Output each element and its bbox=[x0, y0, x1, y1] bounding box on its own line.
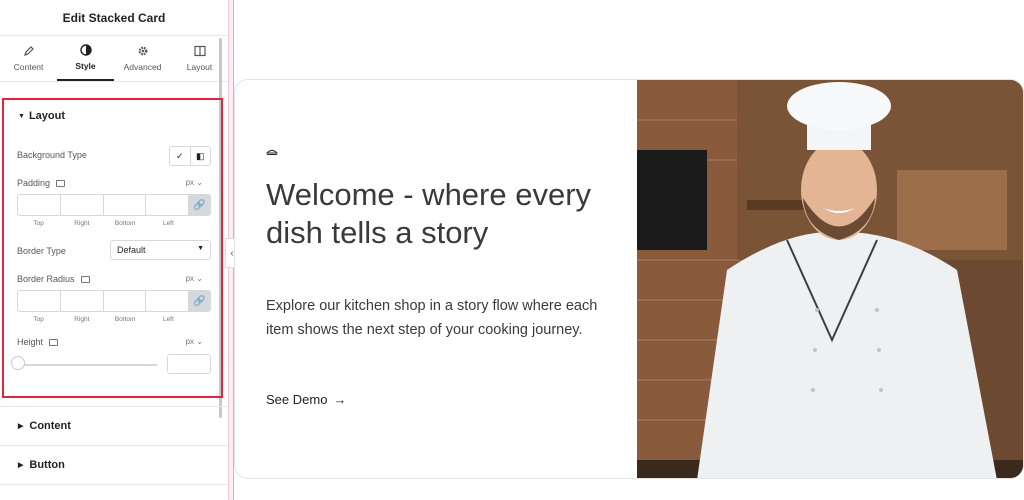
chef-illustration bbox=[637, 80, 1023, 478]
padding-inputs: 🔗 bbox=[17, 194, 211, 216]
see-demo-link[interactable]: See Demo → bbox=[266, 392, 346, 407]
link-icon[interactable]: 🔗 bbox=[189, 195, 210, 215]
height-input[interactable] bbox=[167, 354, 211, 374]
dim-label: Bottom bbox=[114, 316, 136, 323]
padding-right-input[interactable] bbox=[61, 195, 104, 215]
card-heading: Welcome - where every dish tells a story bbox=[266, 177, 592, 250]
pencil-icon bbox=[23, 46, 34, 56]
next-section[interactable] bbox=[0, 484, 228, 500]
select-value: Default bbox=[117, 245, 146, 255]
section-title: Content bbox=[29, 420, 71, 432]
unit-text: px bbox=[185, 178, 195, 187]
editor-panel: Edit Stacked Card Content Style Advanced… bbox=[0, 0, 228, 500]
link-label: See Demo bbox=[266, 392, 328, 407]
padding-left-input[interactable] bbox=[146, 195, 189, 215]
radius-left-input[interactable] bbox=[146, 291, 189, 311]
tab-advanced[interactable]: Advanced bbox=[114, 36, 171, 81]
border-type-label: Border Type bbox=[17, 246, 66, 256]
section-title: Button bbox=[29, 459, 65, 471]
padding-top-input[interactable] bbox=[18, 195, 61, 215]
height-text: Height bbox=[17, 337, 44, 347]
border-radius-text: Border Radius bbox=[17, 274, 75, 284]
caret-right-icon: ▶ bbox=[18, 423, 24, 430]
dim-label: Left bbox=[162, 316, 174, 323]
dim-label: Top bbox=[33, 316, 44, 323]
layout-icon bbox=[193, 45, 206, 57]
monitor-icon[interactable] bbox=[49, 339, 59, 347]
layout-section-header[interactable]: ▼ Layout bbox=[18, 110, 65, 122]
tab-label: Style bbox=[75, 61, 96, 71]
tab-label: Content bbox=[13, 62, 44, 72]
padding-dim-labels: Top Right Bottom Left bbox=[17, 220, 190, 227]
radius-right-input[interactable] bbox=[61, 291, 104, 311]
caret-down-icon: ▼ bbox=[197, 245, 204, 252]
stacked-card[interactable]: Welcome - where every dish tells a story… bbox=[234, 79, 1024, 479]
tab-style[interactable]: Style bbox=[57, 36, 114, 81]
height-slider-track[interactable] bbox=[17, 364, 157, 366]
dim-label: Bottom bbox=[114, 220, 136, 227]
panel-tabs: Content Style Advanced Layout bbox=[0, 36, 228, 82]
unit-text: px bbox=[185, 274, 195, 283]
caret-right-icon: ▶ bbox=[18, 462, 24, 469]
arrow-right-icon: → bbox=[333, 392, 347, 407]
border-type-select[interactable]: Default ▼ bbox=[110, 240, 211, 260]
tab-label: Advanced bbox=[123, 62, 162, 72]
layout-section: ▼ Layout Background Type ✓ ◧ Padding px … bbox=[2, 98, 223, 398]
tab-content[interactable]: Content bbox=[0, 36, 57, 81]
padding-text: Padding bbox=[17, 178, 51, 188]
border-radius-inputs: 🔗 bbox=[17, 290, 211, 312]
content-section[interactable]: ▶ Content bbox=[0, 406, 228, 445]
preview-canvas: Welcome - where every dish tells a story… bbox=[234, 0, 1024, 500]
tab-label: Layout bbox=[186, 62, 213, 72]
gear-icon bbox=[138, 46, 147, 56]
radius-dim-labels: Top Right Bottom Left bbox=[17, 316, 190, 323]
dim-label: Top bbox=[33, 220, 44, 227]
caret-down-icon: ▼ bbox=[18, 112, 25, 120]
height-slider-handle[interactable] bbox=[11, 356, 25, 370]
gradient-icon[interactable]: ◧ bbox=[191, 147, 211, 165]
border-radius-unit[interactable]: px ⌄ bbox=[186, 274, 203, 283]
background-type-label: Background Type bbox=[17, 150, 87, 160]
card-description: Explore our kitchen shop in a story flow… bbox=[266, 298, 598, 338]
button-section[interactable]: ▶ Button bbox=[0, 445, 228, 484]
link-icon[interactable]: 🔗 bbox=[189, 291, 210, 311]
chef-photo bbox=[637, 80, 1023, 478]
monitor-icon[interactable] bbox=[80, 276, 90, 284]
radius-bottom-input[interactable] bbox=[104, 291, 147, 311]
dish-icon bbox=[265, 147, 279, 160]
contrast-icon bbox=[79, 44, 92, 56]
panel-title: Edit Stacked Card bbox=[0, 0, 228, 36]
height-label: Height bbox=[17, 337, 59, 347]
section-title: Layout bbox=[28, 110, 65, 122]
dim-label: Right bbox=[74, 220, 90, 227]
padding-bottom-input[interactable] bbox=[104, 195, 147, 215]
padding-unit[interactable]: px ⌄ bbox=[186, 178, 203, 187]
dim-label: Left bbox=[162, 220, 174, 227]
radius-top-input[interactable] bbox=[18, 291, 61, 311]
brush-icon[interactable]: ✓ bbox=[170, 147, 191, 165]
border-radius-label: Border Radius bbox=[17, 274, 90, 284]
dim-label: Right bbox=[74, 316, 90, 323]
background-type-control: ✓ ◧ bbox=[169, 146, 211, 166]
monitor-icon[interactable] bbox=[56, 180, 66, 188]
unit-text: px bbox=[185, 337, 195, 346]
padding-label: Padding bbox=[17, 178, 66, 188]
height-unit[interactable]: px ⌄ bbox=[186, 337, 203, 346]
